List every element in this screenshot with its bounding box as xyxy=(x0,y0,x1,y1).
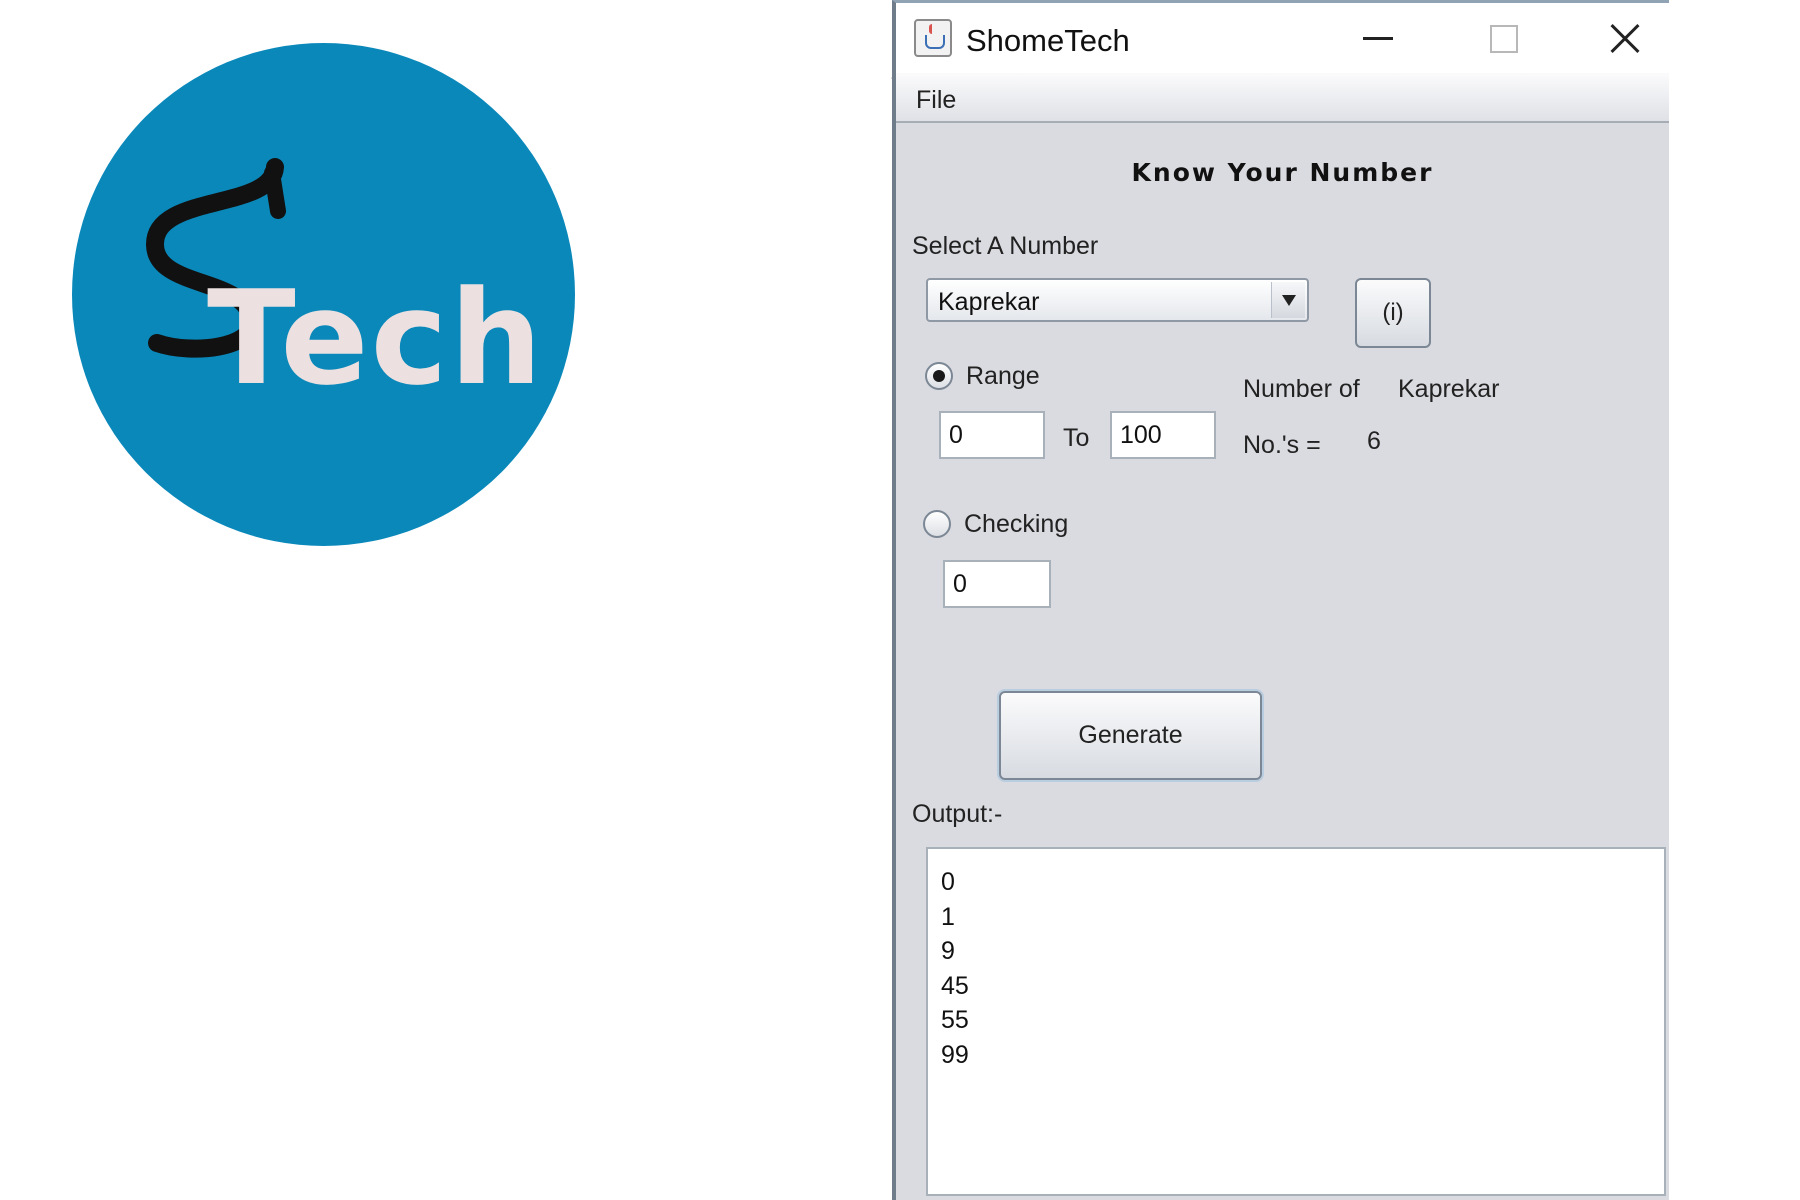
minimize-icon[interactable] xyxy=(1351,15,1411,61)
menu-file[interactable]: File xyxy=(916,86,956,115)
count-label: No.'s = xyxy=(1243,431,1321,459)
shometech-logo: S Tech xyxy=(72,43,575,546)
app-window: ShomeTech File Know Your Number Select A… xyxy=(892,0,1669,1200)
menu-bar: File xyxy=(896,73,1669,123)
dropdown-arrow-icon[interactable] xyxy=(1271,282,1305,318)
output-line: 9 xyxy=(941,937,955,965)
output-line: 55 xyxy=(941,1006,969,1034)
range-label: Range xyxy=(966,362,1040,390)
range-radio[interactable] xyxy=(925,362,953,390)
checking-radio[interactable] xyxy=(923,510,951,538)
select-number-label: Select A Number xyxy=(912,232,1099,260)
title-bar[interactable]: ShomeTech xyxy=(896,3,1669,73)
number-type-dropdown[interactable]: Kaprekar xyxy=(926,278,1309,322)
checking-label: Checking xyxy=(964,510,1069,538)
maximize-icon[interactable] xyxy=(1474,15,1534,61)
number-of-label: Number of xyxy=(1243,375,1360,403)
output-line: 1 xyxy=(941,902,955,931)
info-button[interactable]: (i) xyxy=(1355,278,1431,348)
generate-button[interactable]: Generate xyxy=(999,691,1262,780)
checking-input[interactable] xyxy=(943,560,1051,608)
close-icon[interactable] xyxy=(1596,15,1656,61)
window-title: ShomeTech xyxy=(966,23,1130,58)
to-label: To xyxy=(1063,424,1090,452)
output-line: 99 xyxy=(941,1040,969,1069)
range-to-input[interactable] xyxy=(1110,411,1216,459)
output-line: 0 xyxy=(941,868,955,896)
count-value: 6 xyxy=(1367,427,1381,455)
output-line: 45 xyxy=(941,971,969,1000)
output-area[interactable]: 0 1 9 45 55 99 xyxy=(926,847,1666,1196)
output-label: Output:- xyxy=(912,800,1003,828)
page-heading: Know Your Number xyxy=(1131,158,1434,187)
java-app-icon xyxy=(914,19,952,57)
range-from-input[interactable] xyxy=(939,411,1045,459)
dropdown-selected-value: Kaprekar xyxy=(938,288,1040,316)
logo-wordmark: Tech xyxy=(207,262,545,414)
number-kind-label: Kaprekar xyxy=(1398,375,1500,403)
